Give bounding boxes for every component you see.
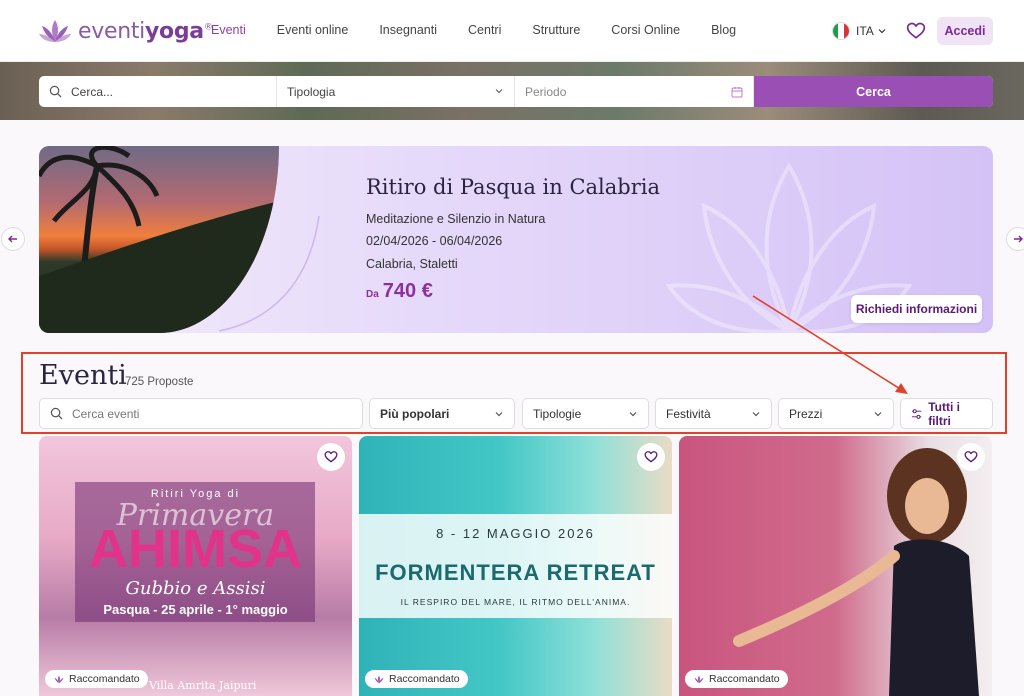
recommended-badge: Raccomandato: [365, 670, 468, 688]
chevron-down-icon: [495, 412, 503, 417]
chevron-down-icon: [752, 412, 760, 417]
main-nav: Eventi Eventi online Insegnanti Centri S…: [211, 23, 767, 37]
recommended-badge: Raccomandato: [45, 670, 148, 688]
carousel-next-button[interactable]: [1006, 227, 1024, 251]
nav-insegnanti[interactable]: Insegnanti: [379, 23, 437, 37]
search-field[interactable]: Cerca...: [39, 76, 277, 107]
site-header: eventiyoga® Eventi Eventi online Insegna…: [0, 0, 1024, 62]
banner-price: Da 740 €: [366, 280, 433, 303]
events-count: 725 Proposte: [125, 376, 194, 388]
language-label: ITA: [856, 24, 874, 38]
heart-icon: [324, 451, 338, 463]
filter-tipologie-label: Tipologie: [533, 406, 582, 421]
arrow-right-icon: [1014, 235, 1023, 243]
nav-eventi[interactable]: Eventi: [211, 23, 246, 37]
nav-centri[interactable]: Centri: [468, 23, 501, 37]
logo[interactable]: eventiyoga®: [38, 16, 213, 46]
chevron-down-icon: [629, 412, 637, 417]
badge-label: Raccomandato: [709, 673, 780, 685]
calendar-icon: [731, 87, 743, 98]
event-card[interactable]: Raccomandato: [679, 436, 992, 696]
card-sub-text: Gubbio e Assisi: [125, 578, 266, 599]
price-prefix: Da: [366, 289, 379, 300]
sliders-icon: [911, 408, 922, 419]
lotus-logo-icon: [39, 20, 71, 42]
event-card[interactable]: Ritiri Yoga di Primavera AHIMSA Gubbio e…: [39, 436, 352, 696]
search-bar: Cerca... Tipologia Periodo Cerca: [39, 76, 993, 107]
events-search-placeholder: Cerca eventi: [72, 406, 140, 421]
lotus-icon: [374, 675, 384, 683]
search-placeholder: Cerca...: [71, 84, 114, 99]
card-sub-text: IL RESPIRO DEL MARE, IL RITMO DELL'ANIMA…: [400, 597, 631, 607]
arrow-left-icon: [8, 235, 17, 243]
banner-subtitle: Meditazione e Silenzio in Natura: [366, 212, 546, 226]
carousel-prev-button[interactable]: [1, 227, 25, 251]
banner-location: Calabria, Staletti: [366, 257, 458, 271]
card-main-text: FORMENTERA RETREAT: [375, 560, 656, 585]
card-date-text: 8 - 12 MAGGIO 2026: [436, 526, 595, 541]
lotus-icon: [694, 675, 704, 683]
nav-blog[interactable]: Blog: [711, 23, 736, 37]
favorite-button[interactable]: [317, 443, 345, 471]
all-filters-button[interactable]: Tutti i filtri: [900, 398, 993, 429]
card-footer-text: Villa Amrita Jaipuri: [149, 679, 257, 692]
heart-icon: [644, 451, 658, 463]
login-button[interactable]: Accedi: [937, 17, 993, 45]
price-value: 740 €: [382, 280, 433, 302]
search-button[interactable]: Cerca: [754, 76, 993, 107]
lotus-icon: [54, 675, 64, 683]
italy-flag-icon: [832, 22, 850, 40]
logo-prefix: eventi: [78, 18, 145, 44]
filter-prezzi[interactable]: Prezzi: [778, 398, 894, 429]
banner-title: Ritiro di Pasqua in Calabria: [366, 175, 660, 199]
search-icon: [49, 85, 62, 98]
nav-eventi-online[interactable]: Eventi online: [277, 23, 349, 37]
card-date-text: Pasqua - 25 aprile - 1° maggio: [103, 602, 288, 617]
badge-label: Raccomandato: [69, 673, 140, 685]
favorites-heart-icon[interactable]: [906, 21, 926, 41]
all-filters-label: Tutti i filtri: [928, 399, 960, 428]
events-title: Eventi: [39, 360, 127, 391]
filter-prezzi-label: Prezzi: [789, 406, 823, 421]
search-icon: [50, 407, 63, 420]
filter-tipologie[interactable]: Tipologie: [522, 398, 649, 429]
type-select[interactable]: Tipologia: [277, 76, 515, 107]
banner-dates: 02/04/2026 - 06/04/2026: [366, 234, 503, 248]
language-selector[interactable]: ITA: [832, 22, 887, 40]
sort-label: Più popolari: [380, 406, 450, 421]
favorite-button[interactable]: [637, 443, 665, 471]
chevron-down-icon: [495, 89, 503, 94]
favorite-button[interactable]: [957, 443, 985, 471]
period-field[interactable]: Periodo: [515, 76, 754, 107]
woman-dancing-image: [733, 448, 979, 696]
nav-corsi-online[interactable]: Corsi Online: [611, 23, 680, 37]
filter-festivita[interactable]: Festività: [655, 398, 772, 429]
filter-festivita-label: Festività: [666, 406, 711, 421]
type-select-label: Tipologia: [287, 84, 336, 99]
logo-bold: yoga: [144, 18, 204, 44]
nav-strutture[interactable]: Strutture: [532, 23, 580, 37]
heart-icon: [964, 451, 978, 463]
chevron-down-icon: [878, 29, 886, 34]
event-card[interactable]: 8 - 12 MAGGIO 2026 FORMENTERA RETREAT IL…: [359, 436, 672, 696]
card-main-text: AHIMSA: [89, 519, 302, 579]
chevron-down-icon: [874, 412, 882, 417]
badge-label: Raccomandato: [389, 673, 460, 685]
decorative-arc: [219, 215, 320, 332]
recommended-badge: Raccomandato: [685, 670, 788, 688]
sort-select[interactable]: Più popolari: [369, 398, 515, 429]
events-search-input[interactable]: Cerca eventi: [39, 398, 363, 429]
period-placeholder: Periodo: [525, 84, 567, 99]
